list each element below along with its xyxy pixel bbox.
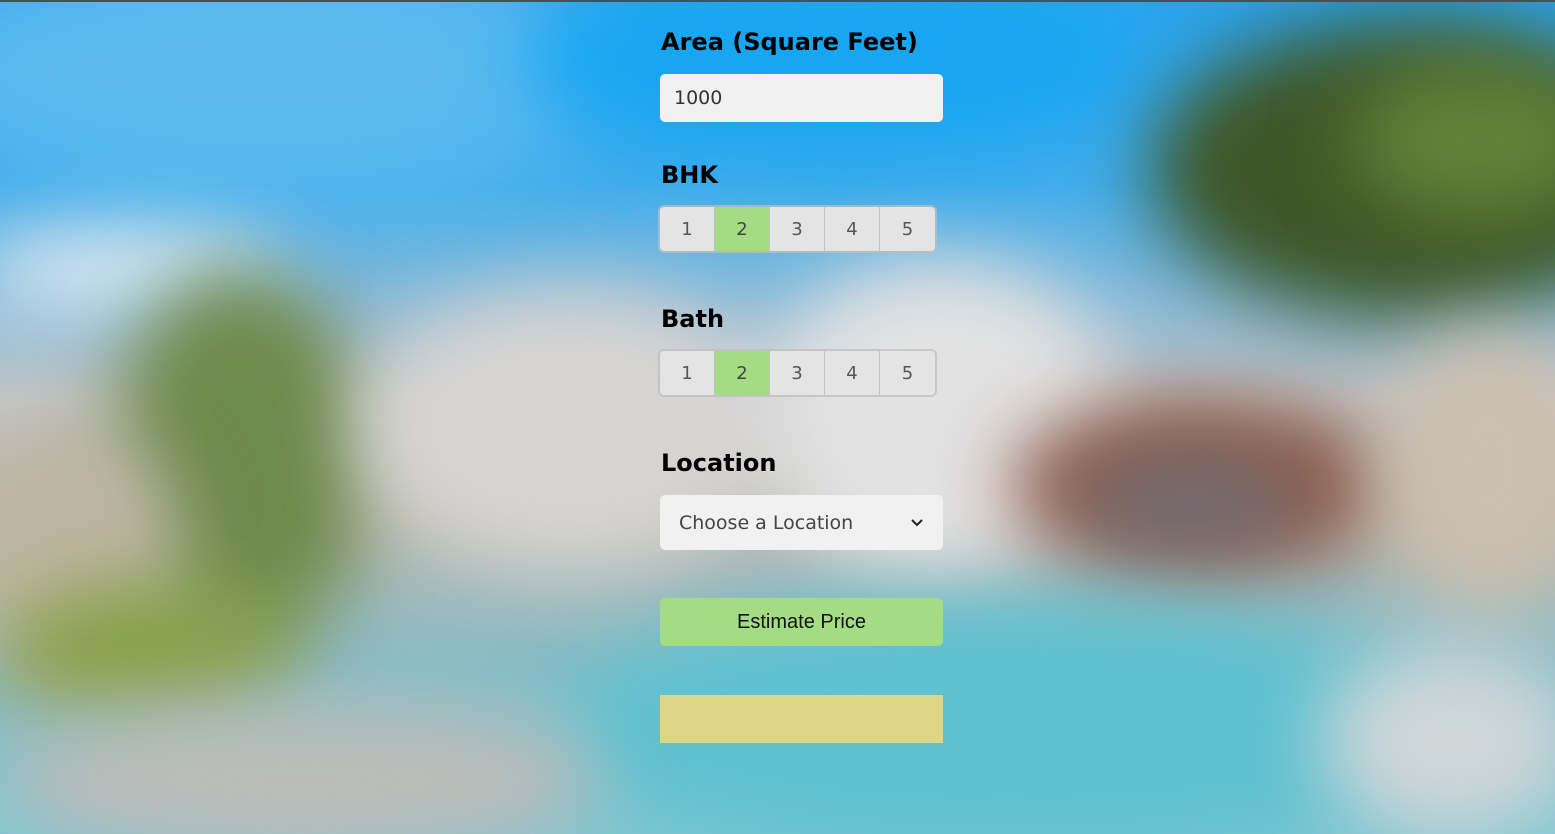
bath-label: Bath [661, 305, 725, 333]
bhk-selector: 1 2 3 4 5 [660, 207, 935, 251]
bath-option-5[interactable]: 5 [880, 351, 935, 395]
estimated-price-result [660, 695, 943, 743]
bhk-option-3[interactable]: 3 [770, 207, 825, 251]
chevron-down-icon [910, 516, 924, 530]
bhk-option-2[interactable]: 2 [715, 207, 770, 251]
bath-option-2[interactable]: 2 [715, 351, 770, 395]
bath-selector: 1 2 3 4 5 [660, 351, 935, 395]
area-input[interactable] [660, 74, 943, 122]
bhk-option-5[interactable]: 5 [880, 207, 935, 251]
bath-option-3[interactable]: 3 [770, 351, 825, 395]
bhk-option-4[interactable]: 4 [825, 207, 880, 251]
bhk-label: BHK [661, 161, 718, 189]
bhk-option-1[interactable]: 1 [660, 207, 715, 251]
location-label: Location [661, 449, 777, 477]
bath-option-4[interactable]: 4 [825, 351, 880, 395]
bath-option-1[interactable]: 1 [660, 351, 715, 395]
estimate-price-button[interactable]: Estimate Price [660, 598, 943, 646]
location-select[interactable]: Choose a Location [660, 495, 943, 550]
area-label: Area (Square Feet) [661, 28, 918, 56]
top-border [0, 0, 1555, 2]
location-selected-value: Choose a Location [679, 511, 854, 534]
